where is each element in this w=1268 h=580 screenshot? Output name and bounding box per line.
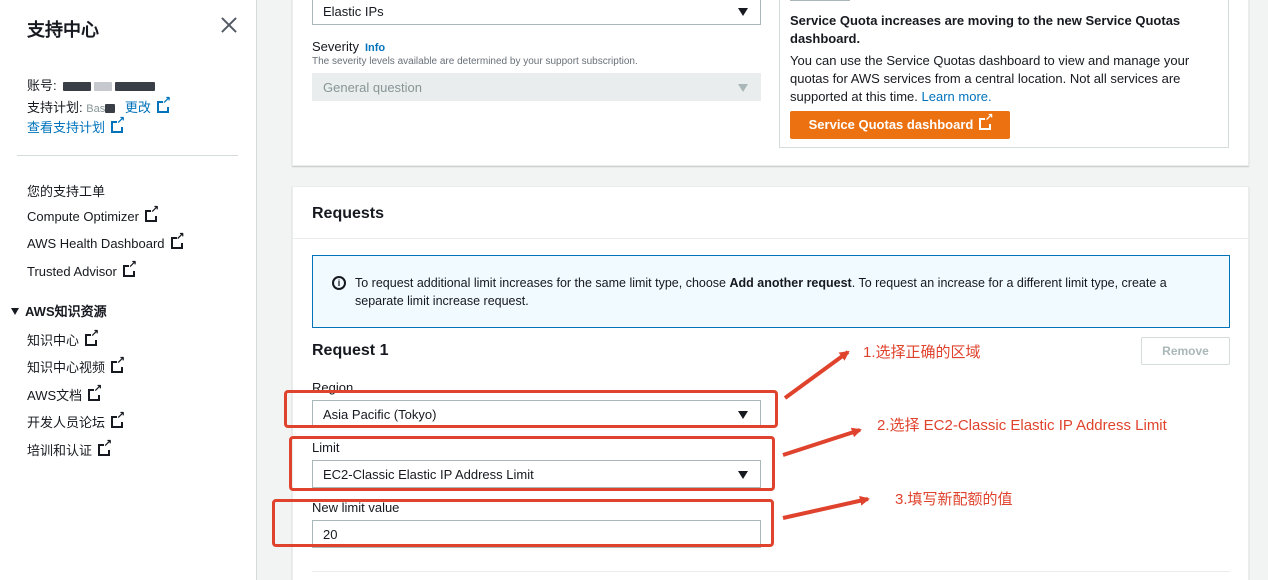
annotation-step-3: 3.填写新配额的值 (895, 491, 1013, 508)
annotation-arrow-1 (783, 350, 850, 400)
annotation-step-1: 1.选择正确的区域 (863, 344, 981, 361)
annotation-step-2: 2.选择 EC2-Classic Elastic IP Address Limi… (877, 417, 1167, 434)
annotation-arrow-2 (782, 427, 862, 457)
annotation-arrow-3 (782, 495, 870, 520)
annotation-arrows (782, 350, 870, 520)
